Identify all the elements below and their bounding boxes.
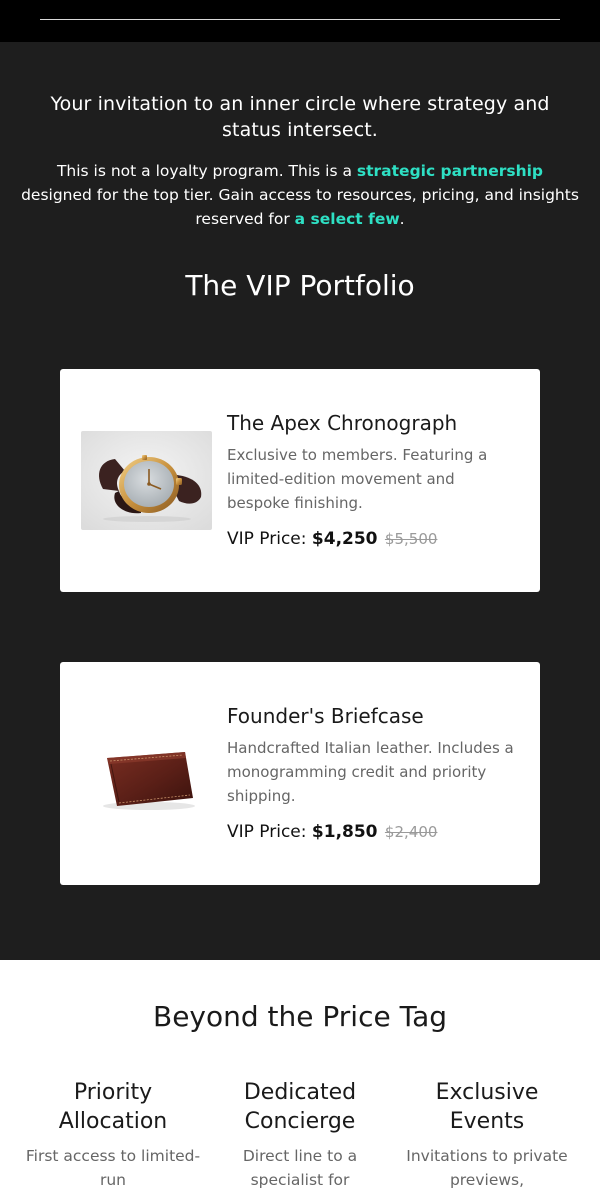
header-bar bbox=[0, 0, 600, 42]
price-row: VIP Price: $4,250 $5,500 bbox=[227, 527, 517, 551]
intro-text: This is not a loyalty program. This is a bbox=[56, 162, 357, 180]
product-name[interactable]: Founder's Briefcase bbox=[227, 702, 517, 730]
benefit-dedicated-concierge: Dedicated Concierge Direct line to a spe… bbox=[210, 1078, 390, 1192]
benefit-title: Dedicated Concierge bbox=[243, 1080, 357, 1134]
leather-wallet-image[interactable] bbox=[81, 724, 212, 823]
intro-body: This is not a loyalty program. This is a… bbox=[20, 159, 580, 231]
price-label: VIP Price: bbox=[227, 529, 307, 549]
benefit-description: Direct line to a specialist for bbox=[242, 1147, 358, 1189]
highlight-select-few: a select few bbox=[294, 210, 400, 228]
product-card[interactable]: Founder's Briefcase Handcrafted Italian … bbox=[60, 662, 540, 885]
product-card[interactable]: The Apex Chronograph Exclusive to member… bbox=[60, 369, 540, 592]
intro-title: Your invitation to an inner circle where… bbox=[50, 93, 550, 141]
product-info: The Apex Chronograph Exclusive to member… bbox=[227, 409, 517, 551]
email-page: Your invitation to an inner circle where… bbox=[0, 0, 600, 1200]
vip-price: $4,250 bbox=[311, 529, 378, 549]
benefit-title: Priority Allocation bbox=[58, 1080, 168, 1134]
price-label: VIP Price: bbox=[227, 822, 307, 842]
product-description: Exclusive to members. Featuring a limite… bbox=[227, 446, 488, 512]
original-price: $2,400 bbox=[384, 823, 438, 841]
benefit-exclusive-events: Exclusive Events Invitations to private … bbox=[397, 1078, 577, 1192]
product-info: Founder's Briefcase Handcrafted Italian … bbox=[227, 702, 517, 844]
benefit-priority-allocation: Priority Allocation First access to limi… bbox=[23, 1078, 203, 1192]
benefit-title: Exclusive Events bbox=[435, 1080, 539, 1134]
product-name[interactable]: The Apex Chronograph bbox=[227, 409, 517, 437]
watch-icon bbox=[81, 431, 212, 530]
price-row: VIP Price: $1,850 $2,400 bbox=[227, 820, 517, 844]
highlight-strategic-partnership: strategic partnership bbox=[356, 162, 544, 180]
benefit-description: Invitations to private previews, bbox=[406, 1147, 568, 1189]
beyond-title: Beyond the Price Tag bbox=[152, 1000, 447, 1033]
vip-price: $1,850 bbox=[311, 822, 378, 842]
original-price: $5,500 bbox=[384, 530, 438, 548]
intro-text: . bbox=[399, 210, 405, 228]
hero-section: Your invitation to an inner circle where… bbox=[0, 42, 600, 960]
portfolio-title: The VIP Portfolio bbox=[185, 269, 415, 302]
watch-image[interactable] bbox=[81, 431, 212, 530]
benefit-description: First access to limited-run bbox=[25, 1147, 201, 1189]
product-description: Handcrafted Italian leather. Includes a … bbox=[227, 739, 514, 805]
header-divider bbox=[40, 19, 560, 20]
wallet-icon bbox=[81, 724, 212, 823]
